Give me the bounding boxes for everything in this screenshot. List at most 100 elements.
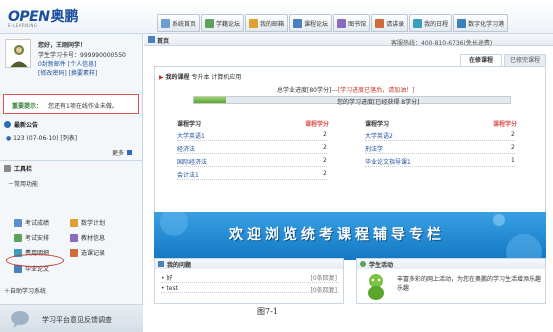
feedback-banner[interactable]: 学习平台意见反馈调查 bbox=[0, 304, 143, 332]
question-item[interactable]: • 好 [0条回复] bbox=[161, 273, 339, 283]
tool-item-2[interactable]: 考试安排 bbox=[14, 233, 49, 242]
course-link[interactable]: 大学英语2 bbox=[365, 131, 515, 141]
activity-icon bbox=[360, 261, 366, 267]
student-id: 999990000550 bbox=[80, 52, 126, 59]
nav-tab-label: 学籍论坛 bbox=[216, 20, 241, 28]
reminder-box: 重要提示： 您还有1项在线作业未做。 bbox=[3, 94, 139, 114]
toolbar-icon bbox=[4, 165, 11, 172]
course-credit: 2 bbox=[511, 131, 515, 138]
course-link[interactable]: 经济法 bbox=[177, 144, 327, 154]
user-links-row1: 0封新邮件 [个人信息] bbox=[38, 59, 96, 68]
course-credit: 2 bbox=[323, 157, 327, 164]
col-course-left: 课程学习 bbox=[177, 121, 202, 128]
question-text: test bbox=[166, 285, 178, 292]
tool-item-label: 考试安排 bbox=[25, 235, 50, 242]
nav-tab-label: 我的日程 bbox=[424, 20, 449, 28]
home-icon bbox=[161, 18, 170, 28]
course-link[interactable]: 国际经济法 bbox=[177, 157, 327, 167]
nav-tab-5[interactable]: 请讲录 bbox=[371, 14, 409, 32]
tool-item-label: 考试成绩 bbox=[25, 220, 50, 227]
total-progress: 总学业进度[80学分]---[学习进度已落后，请加油！] bbox=[277, 85, 415, 94]
notice-title: 最新公告 bbox=[14, 122, 39, 129]
notice-icon bbox=[4, 121, 11, 128]
activity-panel: 学生活动 丰富多彩的网上活动，为您在奥鹏的学习生活增添乐趣 乐趣 bbox=[356, 258, 546, 304]
library-icon bbox=[337, 18, 347, 28]
logo-sub: E-LEARNING bbox=[8, 23, 38, 28]
home-icon bbox=[148, 36, 155, 43]
divider bbox=[0, 160, 143, 161]
nav-tab-label: 请讲录 bbox=[386, 20, 405, 28]
course-credit: 2 bbox=[323, 144, 327, 151]
my-course-major: 专升本 计算机应用 bbox=[191, 74, 242, 81]
student-id-label: 学生学习卡号： bbox=[38, 52, 81, 59]
questions-header: 我的问题 bbox=[155, 259, 343, 269]
arrow-icon: ▶ bbox=[159, 74, 164, 81]
nav-tab-0[interactable]: 系统首页 bbox=[157, 14, 201, 32]
nav-tab-2[interactable]: 我的邮箱 bbox=[245, 14, 289, 32]
course-link[interactable]: 毕业论文指导课1 bbox=[365, 157, 515, 167]
profile-link[interactable]: [个人信息] bbox=[68, 61, 97, 68]
auto-learning-link[interactable]: ＋自助学习系统 bbox=[4, 286, 46, 295]
toolbar-section: －常用功能 bbox=[8, 179, 38, 188]
col-credit-right: 课程学分 bbox=[493, 121, 518, 128]
breadcrumb-home[interactable]: 首页 bbox=[157, 36, 169, 45]
progress-fill bbox=[194, 97, 226, 103]
highlight-circle bbox=[6, 254, 64, 267]
tool-item-0[interactable]: 考试成绩 bbox=[14, 218, 49, 227]
course-credit: 1 bbox=[511, 157, 515, 164]
course-credit: 2 bbox=[323, 170, 327, 177]
selection-icon bbox=[70, 248, 78, 257]
exam-schedule-icon bbox=[14, 233, 22, 242]
more-link: 更多 bbox=[112, 150, 125, 157]
user-links-row2: [修改密码] [换要素样] bbox=[38, 68, 97, 77]
tool-item-1[interactable]: 数学计划 bbox=[70, 218, 105, 227]
change-template-link[interactable]: [换要素样] bbox=[69, 70, 98, 77]
tab-current-courses[interactable]: 在修课程 bbox=[460, 54, 502, 66]
question-item[interactable]: • test [0条回复] bbox=[161, 285, 339, 294]
toolbar-header: 工具栏 bbox=[0, 162, 143, 175]
notice-item-tag: [列表] bbox=[60, 135, 78, 142]
toolbar-section-label: 常用功能 bbox=[14, 181, 39, 188]
nav-tab-7[interactable]: 数字化学习港 bbox=[453, 14, 509, 32]
change-password-link[interactable]: [修改密码] bbox=[38, 70, 67, 77]
exam-score-icon bbox=[14, 218, 22, 227]
top-nav: 系统首页 学籍论坛 我的邮箱 课程论坛 图书馆 请讲录 我的日程 数字化学习港 bbox=[157, 14, 553, 32]
exam-banner[interactable]: 欢迎浏览统考课程辅导专栏 bbox=[154, 212, 546, 260]
activity-text[interactable]: 丰富多彩的网上活动，为您在奥鹏的学习生活增添乐趣 乐趣 bbox=[397, 275, 543, 293]
course-credit: 2 bbox=[511, 144, 515, 151]
tool-item-5[interactable]: 选课记录 bbox=[70, 248, 105, 257]
tab-completed-courses[interactable]: 已修完课程 bbox=[504, 54, 546, 66]
tool-item-label: 数学计划 bbox=[81, 220, 106, 227]
nav-tab-1[interactable]: 学籍论坛 bbox=[201, 14, 245, 32]
nav-tab-label: 课程论坛 bbox=[304, 20, 329, 28]
feedback-text: 学习平台意见反馈调查 bbox=[42, 316, 112, 324]
my-course-label: 我的课程 bbox=[165, 74, 190, 81]
nav-tab-4[interactable]: 图书馆 bbox=[333, 14, 371, 32]
speech-bubble-icon bbox=[11, 311, 29, 328]
notice-more[interactable]: 更多 bbox=[112, 148, 132, 157]
nav-tab-6[interactable]: 我的日程 bbox=[409, 14, 453, 32]
reminder-text[interactable]: 您还有1项在线作业未做。 bbox=[48, 101, 118, 110]
progress-warning-link[interactable]: [学习进度已落后，请加油！] bbox=[338, 87, 415, 94]
notice-item[interactable]: ● 123 (07-06-10) [列表] bbox=[6, 133, 77, 142]
main-content: 首页 客服热线：400-810-6736(免长途费) 在修课程 已修完课程 ▶ … bbox=[144, 34, 553, 304]
left-panel: 您好，王刚同学！ 学生学习卡号：999990000550 0封新邮件 [个人信息… bbox=[0, 34, 143, 332]
reminder-label: 重要提示： bbox=[12, 103, 43, 110]
course-link[interactable]: 会计法1 bbox=[177, 170, 327, 180]
nav-tab-3[interactable]: 课程论坛 bbox=[289, 14, 333, 32]
forum-icon bbox=[205, 18, 215, 28]
activity-header: 学生活动 bbox=[357, 259, 545, 269]
figure-caption: 图7-1 bbox=[257, 307, 278, 316]
course-forum-icon bbox=[293, 18, 303, 28]
question-text: 好 bbox=[166, 275, 173, 282]
mail-link[interactable]: 0封新邮件 bbox=[38, 61, 66, 68]
course-link[interactable]: 刑法学 bbox=[365, 144, 515, 154]
tool-item-3[interactable]: 教材信息 bbox=[70, 233, 105, 242]
auto-learning-label: 自助学习系统 bbox=[10, 288, 47, 295]
my-progress: 您的学习进度[已经获得 8学分] bbox=[337, 99, 420, 106]
activity-text-line2: 乐趣 bbox=[397, 285, 410, 292]
nav-tab-label: 系统首页 bbox=[172, 20, 197, 28]
notice-header: 最新公告 bbox=[0, 118, 143, 131]
student-id-row: 学生学习卡号：999990000550 bbox=[38, 50, 126, 59]
course-link[interactable]: 大学英语1 bbox=[177, 131, 327, 141]
